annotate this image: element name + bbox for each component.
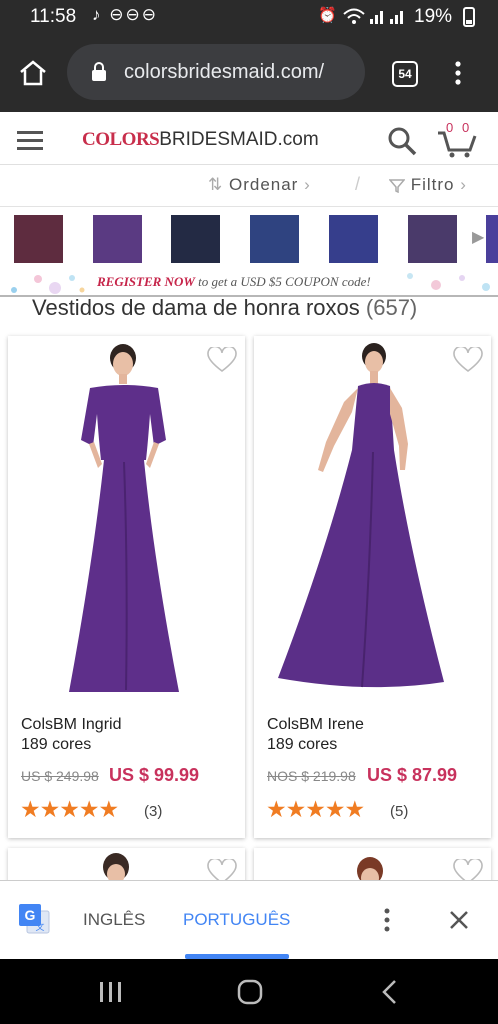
rating-stars: ★★★★★: [266, 796, 365, 822]
chevron-right-icon: ›: [460, 175, 467, 194]
status-bar: 11:58 ♪ ⊖⊖⊖ ⏰ 19%: [0, 0, 498, 34]
back-icon[interactable]: [380, 979, 400, 1005]
sort-icon: ⇅: [208, 175, 224, 194]
home-icon[interactable]: [18, 59, 48, 87]
browser-toolbar: colorsbridesmaid.com/ 54: [0, 34, 498, 112]
color-swatch[interactable]: [250, 215, 299, 263]
color-swatch[interactable]: [408, 215, 457, 263]
color-swatch[interactable]: [171, 215, 220, 263]
review-count[interactable]: (5): [390, 803, 408, 820]
alarm-icon: ⏰: [318, 7, 337, 24]
more-vert-icon[interactable]: [382, 907, 392, 933]
translate-bar: G 文 INGLÊS PORTUGUÊS: [0, 880, 498, 960]
color-swatch[interactable]: [486, 215, 498, 263]
product-image[interactable]: [96, 852, 136, 882]
promo-message: REGISTER NOW to get a USD $5 COUPON code…: [97, 274, 371, 290]
system-nav-bar: [0, 959, 498, 1024]
product-image[interactable]: [68, 342, 184, 698]
product-name[interactable]: ColsBM Irene: [267, 716, 364, 734]
divider: /: [355, 174, 362, 194]
battery-icon: [463, 7, 475, 27]
color-swatch[interactable]: [93, 215, 142, 263]
product-name[interactable]: ColsBM Ingrid: [21, 716, 121, 734]
filter-button[interactable]: Filtro ›: [388, 175, 467, 195]
color-swatch[interactable]: [329, 215, 378, 263]
cart-count-badge-secondary: 0: [462, 120, 470, 135]
tab-switcher-button[interactable]: 54: [392, 61, 418, 87]
review-count[interactable]: (3): [144, 803, 162, 820]
source-language-tab[interactable]: INGLÊS: [83, 910, 145, 930]
sale-price: US $ 99.99: [109, 765, 200, 785]
filter-label: Filtro: [410, 175, 455, 194]
page-title-text: Vestidos de dama de honra roxos: [32, 295, 360, 320]
logo-colors-text: COLORS: [82, 129, 160, 150]
rating-stars: ★★★★★: [20, 796, 119, 822]
promo-rest-text: to get a USD $5 COUPON code!: [194, 274, 371, 289]
heart-icon[interactable]: [453, 347, 483, 373]
promo-banner[interactable]: REGISTER NOW to get a USD $5 COUPON code…: [0, 270, 498, 297]
hamburger-menu-icon[interactable]: [17, 130, 43, 150]
sale-price: US $ 87.99: [367, 765, 458, 785]
color-swatch[interactable]: [14, 215, 63, 263]
page-title: Vestidos de dama de honra roxos (657): [32, 295, 417, 321]
more-vert-icon[interactable]: [452, 60, 464, 86]
sort-button[interactable]: ⇅ Ordenar ›: [208, 175, 311, 195]
cart-count-badge: 0: [446, 120, 454, 135]
search-icon[interactable]: [386, 125, 418, 157]
lock-icon: [92, 62, 106, 81]
sort-label: Ordenar: [228, 175, 299, 194]
site-header: COLORSBRIDESMAID.com 0 0: [0, 112, 498, 165]
google-translate-icon: G 文: [19, 904, 50, 934]
site-logo[interactable]: COLORSBRIDESMAID.com: [82, 129, 319, 151]
product-color-count: 189 cores: [267, 736, 338, 753]
address-bar[interactable]: colorsbridesmaid.com/: [67, 44, 365, 100]
recent-apps-icon[interactable]: [98, 980, 124, 1004]
wifi-icon: [343, 8, 365, 24]
clock: 11:58: [30, 6, 77, 27]
product-card[interactable]: ColsBM Irene 189 cores NOS $ 219.98 US $…: [254, 336, 491, 838]
product-image[interactable]: [278, 342, 446, 694]
target-language-tab[interactable]: PORTUGUÊS: [183, 910, 290, 930]
svg-text:G: G: [25, 907, 36, 923]
cart-icon[interactable]: [436, 124, 478, 160]
product-card[interactable]: ColsBM Ingrid 189 cores US $ 249.98 US $…: [8, 336, 245, 838]
chevron-right-icon: ›: [304, 175, 311, 194]
svg-text:文: 文: [35, 921, 44, 932]
product-color-count: 189 cores: [21, 736, 92, 753]
close-icon[interactable]: [449, 910, 469, 930]
product-count: (657): [365, 295, 418, 320]
heart-icon[interactable]: [207, 347, 237, 373]
signal-icon: [370, 11, 403, 24]
promo-strong-text: REGISTER NOW: [97, 274, 195, 289]
color-swatch-strip: ▶: [0, 207, 498, 270]
url-text: colorsbridesmaid.com/: [124, 61, 325, 83]
notification-icons: ♪ ⊖⊖⊖: [92, 5, 158, 24]
filter-icon: [388, 178, 406, 193]
scroll-right-arrow-icon[interactable]: ▶: [472, 227, 484, 247]
sort-filter-bar: ⇅ Ordenar › / Filtro ›: [0, 165, 498, 207]
logo-brand-text: BRIDESMAID.com: [159, 129, 319, 150]
original-price: US $ 249.98: [21, 768, 99, 784]
home-nav-icon[interactable]: [236, 978, 264, 1006]
battery-level: 19%: [414, 6, 453, 27]
original-price: NOS $ 219.98: [267, 768, 356, 784]
